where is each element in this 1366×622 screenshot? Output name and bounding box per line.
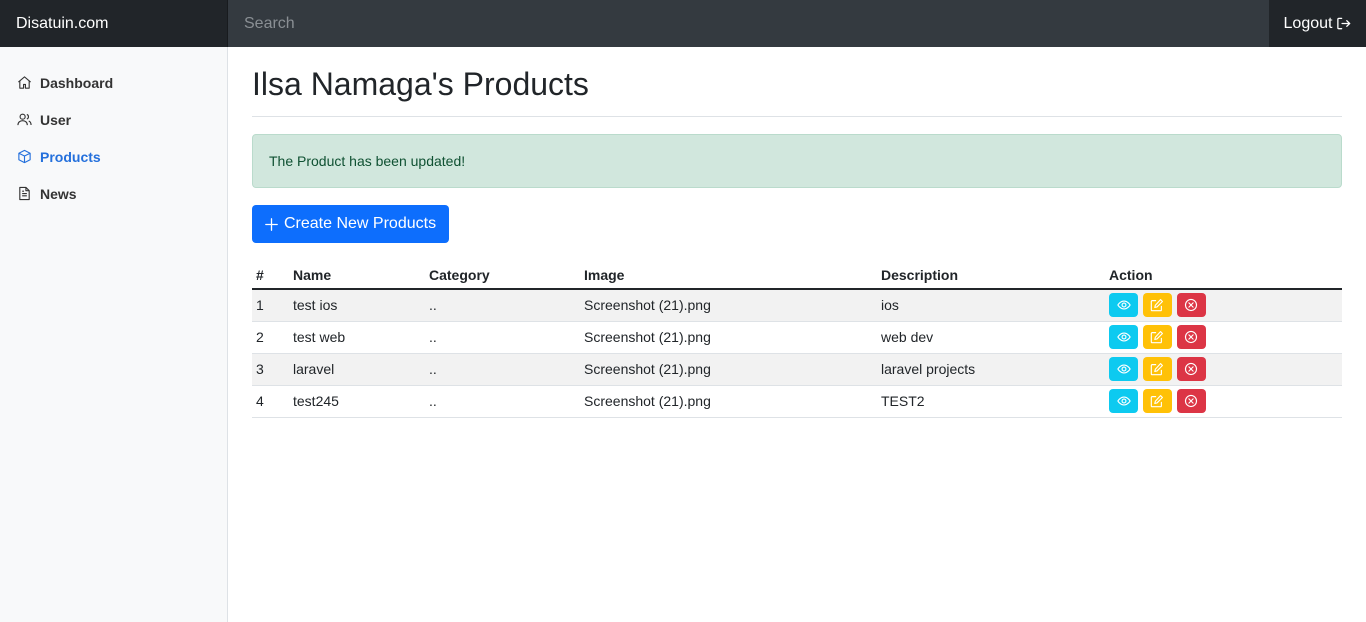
view-button[interactable] [1109, 357, 1138, 381]
cell-category: .. [425, 385, 580, 418]
cell-name: test ios [289, 289, 425, 322]
document-icon [19, 186, 30, 201]
view-button[interactable] [1109, 293, 1138, 318]
x-circle-icon [1185, 394, 1198, 408]
view-button[interactable] [1109, 325, 1138, 349]
cell-image: Screenshot (21).png [580, 321, 877, 354]
cell-category: .. [425, 289, 580, 322]
view-button[interactable] [1109, 389, 1138, 413]
column-header-description: Description [877, 261, 1105, 290]
products-table: # Name Category Image Description Action… [252, 261, 1342, 418]
sidebar-item-user[interactable]: User [0, 101, 227, 138]
cell-image: Screenshot (21).png [580, 289, 877, 322]
edit-icon [1151, 331, 1164, 344]
column-header-image: Image [580, 261, 877, 290]
cell-category: .. [425, 321, 580, 354]
delete-button[interactable] [1176, 357, 1206, 381]
cell-actions [1105, 289, 1342, 322]
page-title: Ilsa Namaga's Products [252, 47, 1342, 117]
plus-icon [265, 217, 278, 231]
table-row: 3 laravel .. Screenshot (21).png laravel… [252, 353, 1342, 386]
cell-image: Screenshot (21).png [580, 385, 877, 418]
sidebar-item-label: News [40, 185, 77, 202]
main-content: Ilsa Namaga's Products The Product has b… [252, 47, 1342, 418]
eye-icon [1116, 364, 1131, 374]
eye-icon [1116, 300, 1131, 310]
sidebar-item-label: Products [40, 148, 101, 165]
cell-actions [1105, 385, 1342, 418]
table-row: 1 test ios .. Screenshot (21).png ios [252, 289, 1342, 322]
cell-actions [1105, 321, 1342, 354]
users-icon [17, 113, 32, 126]
x-circle-icon [1185, 362, 1198, 376]
table-row: 4 test245 .. Screenshot (21).png TEST2 [252, 385, 1342, 418]
alert-message: The Product has been updated! [269, 153, 466, 169]
delete-button[interactable] [1176, 325, 1206, 349]
column-header-name: Name [289, 261, 425, 290]
top-navbar: Disatuin.com Logout [0, 0, 1366, 47]
sidebar-item-label: Dashboard [40, 74, 114, 91]
cell-number: 1 [252, 289, 289, 322]
cell-name: laravel [289, 353, 425, 386]
sidebar-item-products[interactable]: Products [0, 138, 227, 175]
logout-icon [1337, 17, 1351, 30]
cell-description: web dev [877, 321, 1105, 354]
table-header-row: # Name Category Image Description Action [252, 261, 1342, 290]
edit-button[interactable] [1142, 293, 1172, 318]
cell-number: 4 [252, 385, 289, 418]
table-row: 2 test web .. Screenshot (21).png web de… [252, 321, 1342, 354]
edit-icon [1151, 395, 1164, 408]
cell-name: test web [289, 321, 425, 354]
brand-logo[interactable]: Disatuin.com [0, 0, 228, 47]
sidebar-item-news[interactable]: News [0, 175, 227, 212]
sidebar: Dashboard User Products News [0, 47, 228, 622]
edit-icon [1151, 363, 1164, 376]
cell-category: .. [425, 353, 580, 386]
logout-label: Logout [1283, 14, 1333, 32]
cell-number: 2 [252, 321, 289, 354]
eye-icon [1116, 332, 1131, 342]
success-alert: The Product has been updated! [252, 134, 1342, 188]
cell-description: laravel projects [877, 353, 1105, 386]
column-header-category: Category [425, 261, 580, 290]
cell-name: test245 [289, 385, 425, 418]
x-circle-icon [1185, 299, 1198, 312]
cell-actions [1105, 353, 1342, 386]
create-button-label: Create New Products [284, 215, 437, 232]
edit-button[interactable] [1142, 357, 1172, 381]
create-product-button[interactable]: Create New Products [252, 205, 450, 243]
cell-description: ios [877, 289, 1105, 322]
edit-button[interactable] [1142, 389, 1172, 413]
eye-icon [1116, 396, 1131, 406]
search-input[interactable] [228, 0, 1269, 47]
cell-image: Screenshot (21).png [580, 353, 877, 386]
sidebar-item-label: User [40, 111, 72, 128]
home-icon [18, 76, 31, 89]
cell-number: 3 [252, 353, 289, 386]
column-header-action: Action [1105, 261, 1342, 290]
column-header-number: # [252, 261, 289, 290]
box-icon [18, 149, 31, 164]
delete-button[interactable] [1176, 389, 1206, 413]
cell-description: TEST2 [877, 385, 1105, 418]
delete-button[interactable] [1176, 293, 1206, 318]
edit-icon [1151, 299, 1164, 312]
x-circle-icon [1185, 330, 1198, 344]
logout-button[interactable]: Logout [1269, 0, 1366, 47]
sidebar-item-dashboard[interactable]: Dashboard [0, 64, 227, 101]
edit-button[interactable] [1142, 325, 1172, 349]
